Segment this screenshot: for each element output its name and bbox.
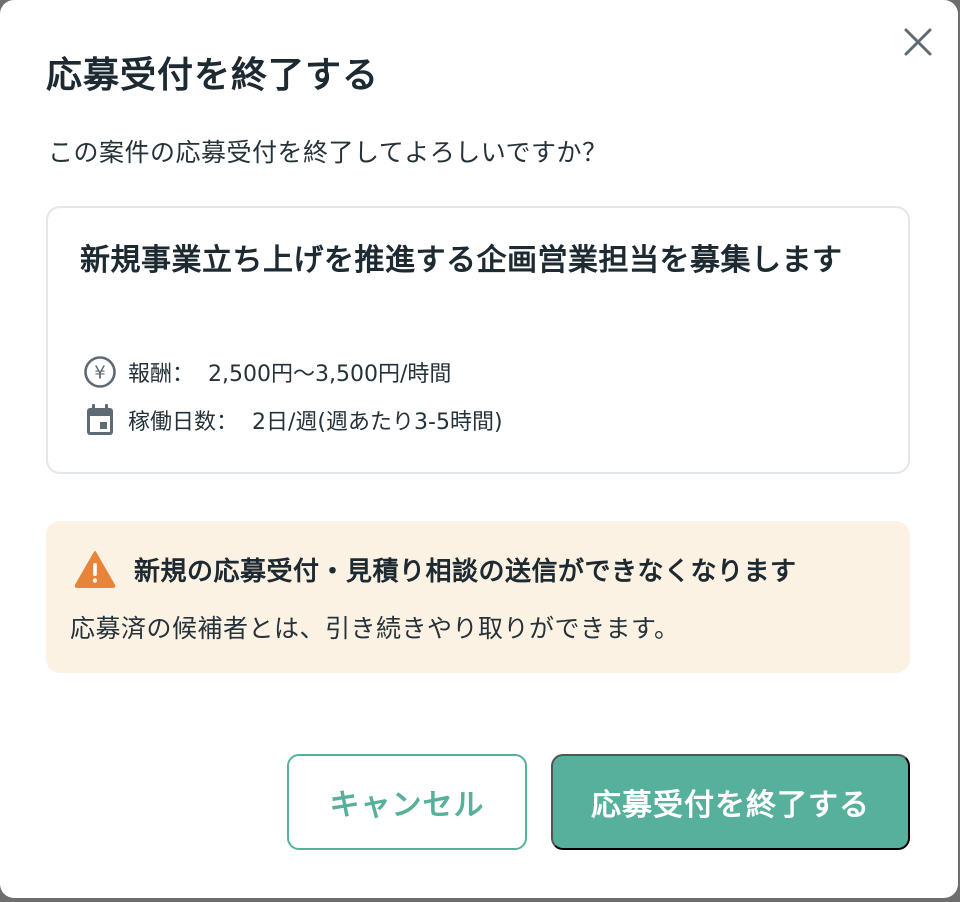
calendar-icon bbox=[82, 402, 118, 438]
end-application-button[interactable]: 応募受付を終了する bbox=[551, 754, 910, 850]
confirmation-question: この案件の応募受付を終了してよろしいですか？ bbox=[48, 138, 608, 167]
close-icon bbox=[904, 28, 932, 56]
warning-header: 新規の応募受付・見積り相談の送信ができなくなります bbox=[74, 549, 797, 589]
close-button[interactable] bbox=[898, 22, 938, 62]
warning-title: 新規の応募受付・見積り相談の送信ができなくなります bbox=[134, 556, 797, 587]
reward-value: 2,500円〜3,500円/時間 bbox=[208, 362, 452, 387]
warning-triangle-icon bbox=[74, 551, 116, 588]
warning-box: 新規の応募受付・見積り相談の送信ができなくなります 応募済の候補者とは、引き続き… bbox=[46, 521, 910, 673]
working-days-value: 2日/週(週あたり3-5時間) bbox=[252, 410, 503, 435]
job-card: 新規事業立ち上げを推進する企画営業担当を募集します ¥ 報酬： 2,500円〜3… bbox=[46, 206, 910, 474]
reward-row: ¥ 報酬： 2,500円〜3,500円/時間 bbox=[82, 354, 451, 390]
cancel-button[interactable]: キャンセル bbox=[287, 754, 527, 850]
reward-label: 報酬： bbox=[128, 362, 195, 387]
dialog-title: 応募受付を終了する bbox=[46, 55, 380, 96]
svg-text:¥: ¥ bbox=[94, 363, 105, 384]
yen-circle-icon: ¥ bbox=[82, 354, 118, 390]
working-days-row: 稼働日数： 2日/週(週あたり3-5時間) bbox=[82, 402, 503, 438]
job-title: 新規事業立ち上げを推進する企画営業担当を募集します bbox=[80, 243, 843, 278]
end-application-dialog: 応募受付を終了する この案件の応募受付を終了してよろしいですか？ 新規事業立ち上… bbox=[0, 0, 958, 898]
working-days-label: 稼働日数： bbox=[128, 410, 239, 435]
warning-body: 応募済の候補者とは、引き続きやり取りができます。 bbox=[70, 614, 680, 643]
